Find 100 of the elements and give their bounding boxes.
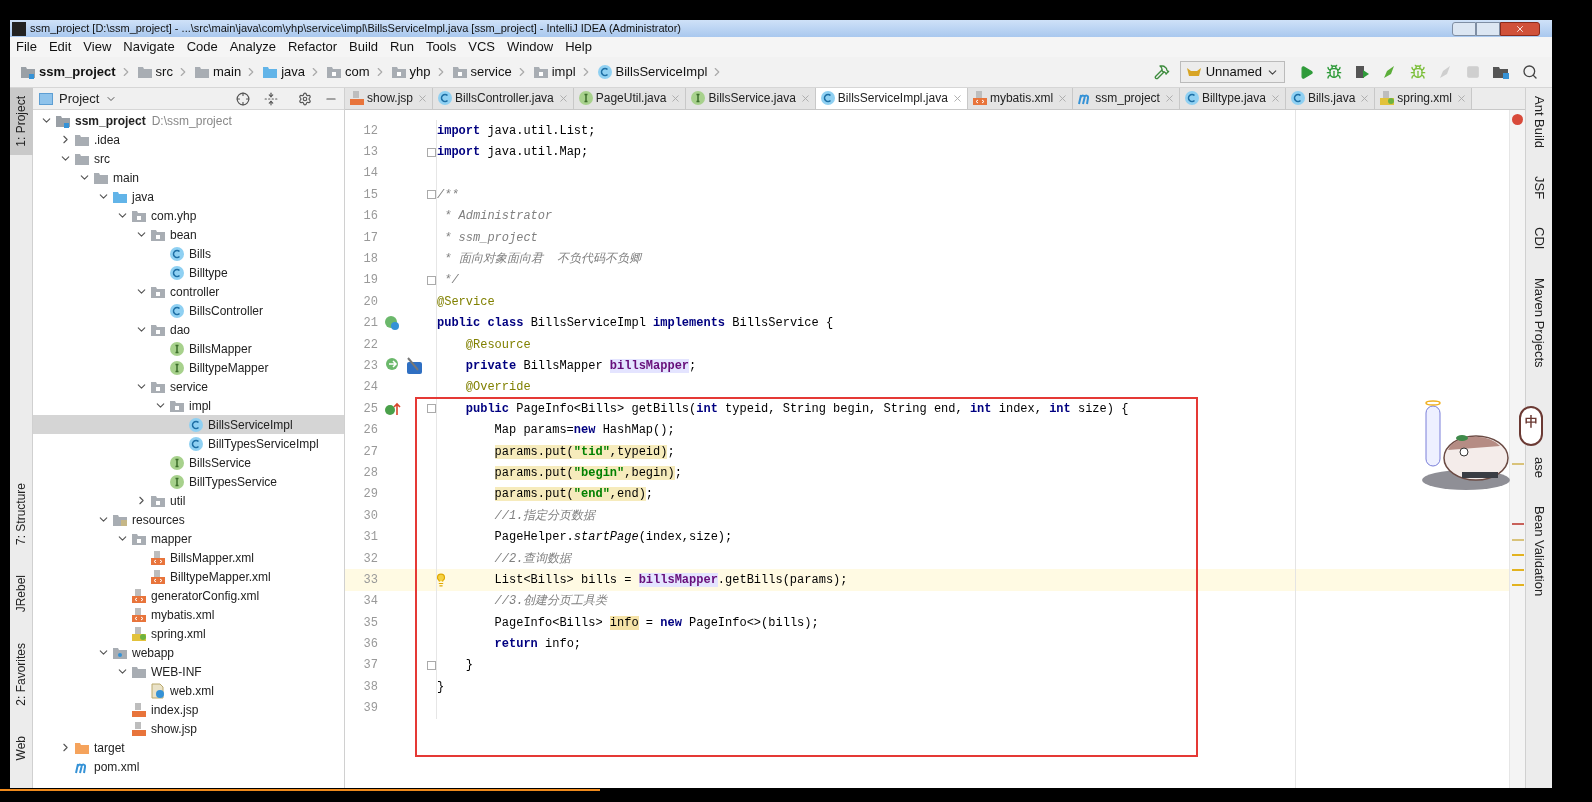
tree-row[interactable]: dao [33, 320, 344, 339]
tree-row[interactable]: com.yhp [33, 206, 344, 225]
tree-row[interactable]: .idea [33, 130, 344, 149]
tree-row[interactable]: BillTypesServiceImpl [33, 434, 344, 453]
line-number: 34 [362, 593, 378, 611]
tool-window-tab[interactable]: JRebel [10, 567, 33, 621]
tool-window-tab[interactable]: CDI [1529, 227, 1549, 250]
menu-item[interactable]: File [16, 37, 37, 57]
editor-tab[interactable]: spring.xml [1375, 88, 1472, 109]
code-line: public class BillsServiceImpl implements BillsService { [437, 315, 834, 333]
tree-row[interactable]: BilltypeMapper.xml [33, 567, 344, 586]
tree-row[interactable]: src [33, 149, 344, 168]
code-line: return info; [493, 636, 582, 654]
tool-window-tab[interactable]: JSF [1529, 176, 1549, 200]
tool-window-tab[interactable]: Ant Build [1529, 96, 1549, 149]
tree-row[interactable]: BillsMapper.xml [33, 548, 344, 567]
tree-item-label: controller [170, 283, 220, 301]
tree-row[interactable]: Billtype [33, 263, 344, 282]
tree-row[interactable]: web.xml [33, 681, 344, 700]
tree-item-label: .idea [94, 131, 121, 149]
menu-item[interactable]: Refactor [287, 37, 338, 57]
line-number: 31 [362, 529, 378, 547]
tree-row[interactable]: impl [33, 396, 344, 415]
tree-row[interactable]: show.jsp [33, 719, 344, 738]
tree-row[interactable]: generatorConfig.xml [33, 586, 344, 605]
editor-tab[interactable]: BillsServiceImpl.java [815, 88, 968, 109]
code-line: * 面向对象面向君 不负代码不负卿 [443, 251, 641, 269]
breadcrumb-item[interactable]: main [212, 62, 242, 82]
line-number: 33 [362, 571, 378, 589]
tree-row[interactable]: index.jsp [33, 700, 344, 719]
tree-row[interactable]: controller [33, 282, 344, 301]
tree-row[interactable]: bean [33, 225, 344, 244]
editor-tab[interactable]: Billtype.java [1179, 88, 1286, 109]
breadcrumb-item[interactable]: service [470, 62, 512, 82]
tree-row[interactable]: mapper [33, 529, 344, 548]
tree-row[interactable]: mybatis.xml [33, 605, 344, 624]
tree-row[interactable]: spring.xml [33, 624, 344, 643]
tool-window-tab[interactable]: Maven Projects [1529, 277, 1549, 368]
tree-row[interactable]: BillTypesService [33, 472, 344, 491]
line-number: 12 [362, 122, 378, 140]
tree-row[interactable]: main [33, 168, 344, 187]
breadcrumb-item[interactable]: BillsServiceImpl [615, 62, 708, 82]
tool-window-tab[interactable]: 7: Structure [10, 475, 33, 554]
menu-item[interactable]: Help [565, 37, 592, 57]
tree-item-label: webapp [132, 644, 175, 662]
menu-item[interactable]: Navigate [123, 37, 175, 57]
menu-item[interactable]: Code [186, 37, 218, 57]
menu-item[interactable]: Analyze [229, 37, 276, 57]
tree-row[interactable]: WEB-INF [33, 662, 344, 681]
menu-item[interactable]: Window [506, 37, 554, 57]
line-number: 30 [362, 507, 378, 525]
menu-item[interactable]: Tools [425, 37, 457, 57]
tree-row[interactable]: pom.xml [33, 757, 344, 776]
menu-item[interactable]: Run [390, 37, 414, 57]
breadcrumb-item[interactable]: yhp [409, 62, 431, 82]
line-number: 18 [362, 251, 378, 269]
tree-row[interactable]: util [33, 491, 344, 510]
editor-tab[interactable]: Bills.java [1285, 88, 1376, 109]
code-line: public PageInfo<Bills> getBills(int typeid, String begin, String end, int index, int size) { [464, 400, 1129, 418]
tree-row[interactable]: BillsService [33, 453, 344, 472]
breadcrumb-item[interactable]: java [281, 62, 305, 82]
tree-row[interactable]: BillsController [33, 301, 344, 320]
tree-row[interactable]: BilltypeMapper [33, 358, 344, 377]
code-line: PageHelper.startPage(index,size); [493, 529, 733, 547]
tool-window-tab[interactable]: ase [1529, 457, 1549, 479]
editor-tab[interactable]: PageUtil.java [573, 88, 687, 109]
menu-item[interactable]: View [83, 37, 112, 57]
editor-tab[interactable]: BillsController.java [433, 88, 574, 109]
tree-row[interactable]: resources [33, 510, 344, 529]
menu-item[interactable]: Edit [48, 37, 72, 57]
breadcrumb-item[interactable]: ssm_project [39, 62, 116, 82]
tool-window-tab[interactable]: 2: Favorites [10, 634, 33, 714]
tool-window-tab[interactable]: Web [10, 727, 33, 768]
run-config-dropdown[interactable]: Unnamed [1179, 61, 1285, 83]
breadcrumb-item[interactable]: com [345, 62, 370, 82]
editor-tab[interactable]: ssm_project [1073, 88, 1180, 109]
editor-tab[interactable]: mybatis.xml [967, 88, 1074, 109]
tree-row[interactable]: target [33, 738, 344, 757]
tree-row[interactable]: webapp [33, 643, 344, 662]
code-line: params.put("end",end); [493, 486, 654, 504]
code-line: Map params=new HashMap(); [493, 422, 675, 440]
tree-row[interactable]: BillsMapper [33, 339, 344, 358]
line-number: 29 [362, 486, 378, 504]
tree-row[interactable]: Bills [33, 244, 344, 263]
tree-row[interactable]: BillsServiceImpl [33, 415, 344, 434]
editor-tab[interactable]: show.jsp [345, 88, 434, 109]
tree-row[interactable]: service [33, 377, 344, 396]
breadcrumb-item[interactable]: src [155, 62, 173, 82]
tree-row[interactable]: java [33, 187, 344, 206]
tool-window-tab[interactable]: 1: Project [10, 88, 33, 155]
tool-window-tab[interactable]: Bean Validation [1529, 506, 1549, 597]
code-line: params.put("tid",typeid); [493, 443, 675, 461]
editor-tab[interactable]: BillsService.java [686, 88, 816, 109]
menu-item[interactable]: Build [349, 37, 378, 57]
line-number: 16 [362, 208, 378, 226]
menu-item[interactable]: VCS [468, 37, 495, 57]
code-line: } [464, 657, 473, 675]
tree-row[interactable]: ssm_project D:\ssm_project [33, 111, 344, 130]
breadcrumb-item[interactable]: impl [551, 62, 576, 82]
tree-item-label: BilltypeMapper [189, 359, 269, 377]
